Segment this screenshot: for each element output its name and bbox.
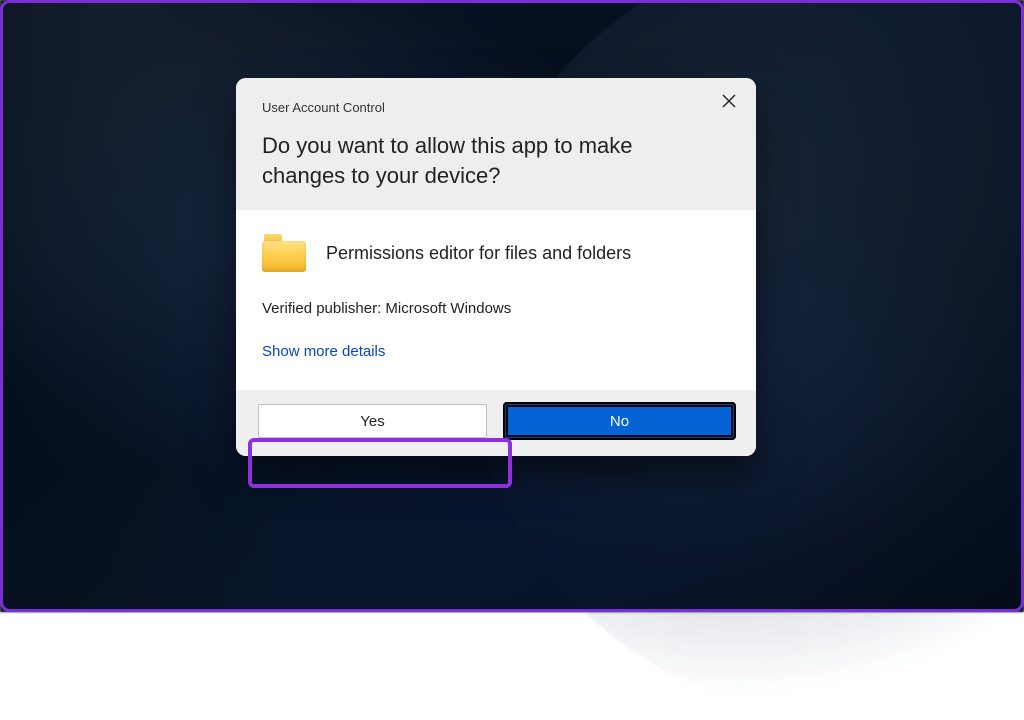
dialog-titlebar: User Account Control Do you want to allo… (236, 78, 756, 210)
show-more-details-link[interactable]: Show more details (262, 343, 385, 360)
dialog-footer: Yes No (236, 390, 756, 456)
no-button[interactable]: No (505, 404, 734, 438)
dialog-caption: User Account Control (262, 100, 730, 115)
dialog-body: Permissions editor for files and folders… (236, 210, 756, 390)
app-info-row: Permissions editor for files and folders (262, 234, 730, 272)
dialog-headline: Do you want to allow this app to make ch… (262, 131, 692, 190)
close-icon (722, 94, 736, 108)
app-name: Permissions editor for files and folders (326, 243, 631, 264)
folder-icon (262, 234, 306, 272)
uac-dialog: User Account Control Do you want to allo… (236, 78, 756, 456)
close-button[interactable] (720, 92, 738, 110)
yes-button[interactable]: Yes (258, 404, 487, 438)
verified-publisher: Verified publisher: Microsoft Windows (262, 300, 730, 317)
